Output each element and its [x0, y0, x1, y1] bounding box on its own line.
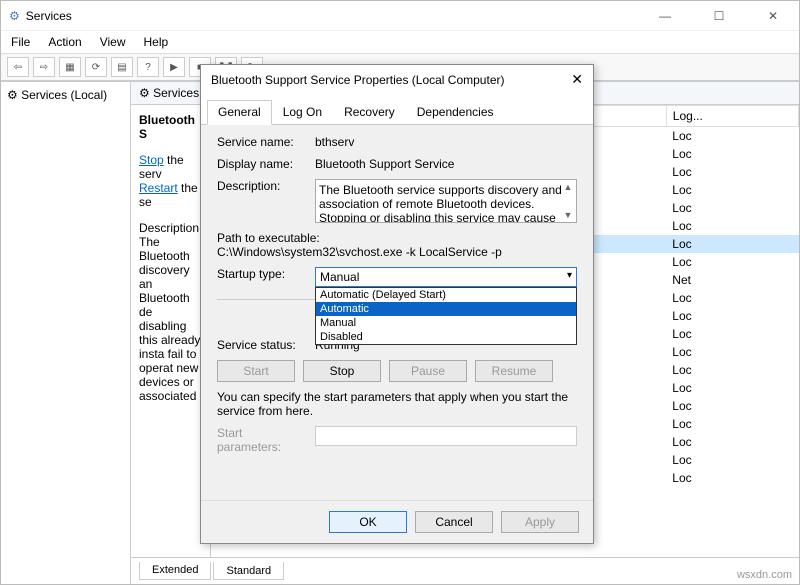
description-text: The Bluetooth discovery an Bluetooth de …	[139, 235, 200, 403]
dropdown-option[interactable]: Automatic	[316, 302, 576, 316]
tree-root[interactable]: ⚙ Services (Local)	[7, 88, 124, 102]
bottom-tabs: Extended Standard	[131, 557, 799, 584]
dialog-title: Bluetooth Support Service Properties (Lo…	[211, 73, 571, 87]
dropdown-option[interactable]: Disabled	[316, 330, 576, 344]
display-name-label: Display name:	[217, 157, 307, 171]
titlebar[interactable]: ⚙ Services — ☐ ✕	[1, 1, 799, 31]
pause-button[interactable]: Pause	[389, 360, 467, 382]
service-name-label: Service name:	[217, 135, 307, 149]
description-box[interactable]: The Bluetooth service supports discovery…	[315, 179, 577, 223]
minimize-button[interactable]: —	[647, 9, 683, 23]
dialog-close-button[interactable]: ✕	[571, 71, 583, 88]
service-name-value: bthserv	[315, 135, 354, 149]
path-label: Path to executable:	[217, 231, 577, 245]
watermark: wsxdn.com	[737, 569, 792, 581]
description-heading: Description:	[139, 221, 202, 235]
forward-button[interactable]: ⇨	[33, 57, 55, 77]
resume-button[interactable]: Resume	[475, 360, 553, 382]
export-button[interactable]: ▤	[111, 57, 133, 77]
tab-logon[interactable]: Log On	[272, 100, 333, 124]
service-status-label: Service status:	[217, 338, 307, 352]
apply-button[interactable]: Apply	[501, 511, 579, 533]
menu-file[interactable]: File	[11, 35, 30, 49]
maximize-button[interactable]: ☐	[701, 9, 737, 23]
start-service-button[interactable]: ▶	[163, 57, 185, 77]
scroll-down-icon[interactable]: ▼	[562, 210, 574, 220]
menu-view[interactable]: View	[100, 35, 126, 49]
tab-general[interactable]: General	[207, 100, 272, 125]
dropdown-option[interactable]: Automatic (Delayed Start)	[316, 288, 576, 302]
stop-button[interactable]: Stop	[303, 360, 381, 382]
start-button[interactable]: Start	[217, 360, 295, 382]
show-hide-button[interactable]: ▦	[59, 57, 81, 77]
menu-help[interactable]: Help	[144, 35, 169, 49]
tree-root-label: Services (Local)	[21, 88, 107, 102]
tab-dependencies[interactable]: Dependencies	[406, 100, 505, 124]
tab-recovery[interactable]: Recovery	[333, 100, 406, 124]
ok-button[interactable]: OK	[329, 511, 407, 533]
properties-dialog: Bluetooth Support Service Properties (Lo…	[200, 64, 594, 544]
tab-extended[interactable]: Extended	[139, 562, 211, 580]
col-log[interactable]: Log...	[666, 106, 798, 127]
refresh-button[interactable]: ⟳	[85, 57, 107, 77]
tree-pane: ⚙ Services (Local)	[1, 82, 131, 584]
menu-action[interactable]: Action	[48, 35, 81, 49]
scroll-up-icon[interactable]: ▲	[562, 182, 574, 192]
window-title: Services	[26, 9, 647, 23]
startup-type-select[interactable]: Manual	[315, 267, 577, 287]
dialog-titlebar[interactable]: Bluetooth Support Service Properties (Lo…	[201, 65, 593, 94]
tab-standard[interactable]: Standard	[213, 561, 284, 580]
dropdown-option[interactable]: Manual	[316, 316, 576, 330]
back-button[interactable]: ⇦	[7, 57, 29, 77]
cancel-button[interactable]: Cancel	[415, 511, 493, 533]
display-name-value: Bluetooth Support Service	[315, 157, 454, 171]
description-value: The Bluetooth service supports discovery…	[319, 183, 562, 223]
startup-type-dropdown[interactable]: Automatic (Delayed Start)AutomaticManual…	[315, 287, 577, 345]
detail-pane: Bluetooth S Stop the serv Restart the se…	[131, 105, 211, 557]
gear-icon: ⚙	[9, 9, 20, 23]
description-label: Description:	[217, 179, 307, 193]
close-button[interactable]: ✕	[755, 9, 791, 23]
startup-type-label: Startup type:	[217, 267, 307, 281]
stop-link[interactable]: Stop	[139, 153, 164, 167]
selected-service-name: Bluetooth S	[139, 113, 195, 141]
start-params-input[interactable]	[315, 426, 577, 446]
restart-link[interactable]: Restart	[139, 181, 178, 195]
menubar: File Action View Help	[1, 31, 799, 54]
start-params-label: Start parameters:	[217, 426, 307, 454]
view-header-label: Services	[153, 86, 199, 100]
help-button[interactable]: ?	[137, 57, 159, 77]
params-hint: You can specify the start parameters tha…	[217, 390, 577, 418]
path-value: C:\Windows\system32\svchost.exe -k Local…	[217, 245, 577, 259]
